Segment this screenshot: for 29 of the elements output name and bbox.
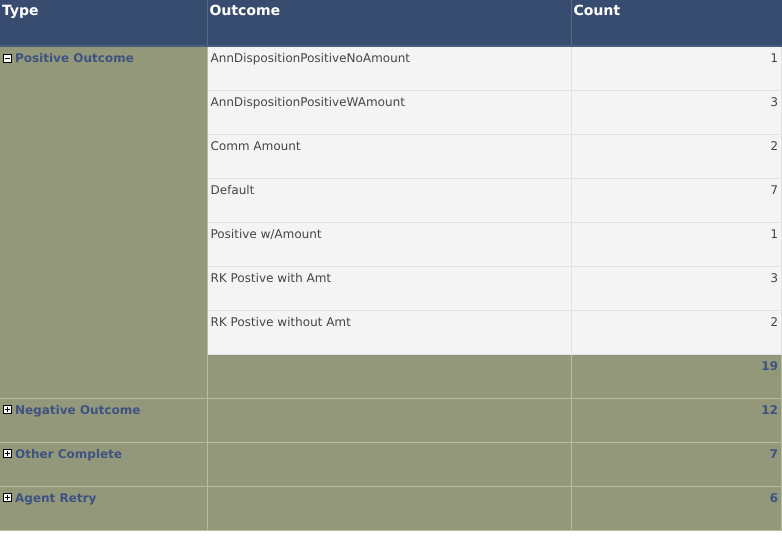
table-cell: 7 xyxy=(571,178,782,222)
column-header: Count xyxy=(571,0,782,46)
table-cell: Comm Amount xyxy=(207,134,571,178)
collapse-icon[interactable] xyxy=(3,54,12,62)
column-header: Type xyxy=(0,0,207,46)
group-name: Other Complete xyxy=(15,446,122,460)
table-cell: 1 xyxy=(571,222,782,266)
table-cell: AnnDispositionPositiveNoAmount xyxy=(207,46,571,90)
expand-icon[interactable] xyxy=(3,405,12,414)
group-total: 6 xyxy=(770,490,778,504)
group-total: 12 xyxy=(761,402,778,416)
table-cell: 1 xyxy=(571,46,782,90)
table-cell: 3 xyxy=(571,90,782,134)
group-total: 7 xyxy=(770,446,778,460)
table-cell: RK Postive without Amt xyxy=(207,310,571,354)
expand-icon[interactable] xyxy=(3,449,12,458)
table-cell: RK Postive with Amt xyxy=(207,266,571,310)
group-total: 19 xyxy=(761,358,778,372)
group-name: Agent Retry xyxy=(15,490,96,504)
table-cell: 2 xyxy=(571,134,782,178)
table-cell: Default xyxy=(207,178,571,222)
expand-icon[interactable] xyxy=(3,493,12,502)
table-cell: AnnDispositionPositiveWAmount xyxy=(207,90,571,134)
group-name: Negative Outcome xyxy=(15,402,140,416)
group-name: Positive Outcome xyxy=(15,51,134,65)
table-cell: Positive w/Amount xyxy=(207,222,571,266)
column-header: Outcome xyxy=(207,0,571,46)
table-cell: 2 xyxy=(571,310,782,354)
table-cell: 3 xyxy=(571,266,782,310)
